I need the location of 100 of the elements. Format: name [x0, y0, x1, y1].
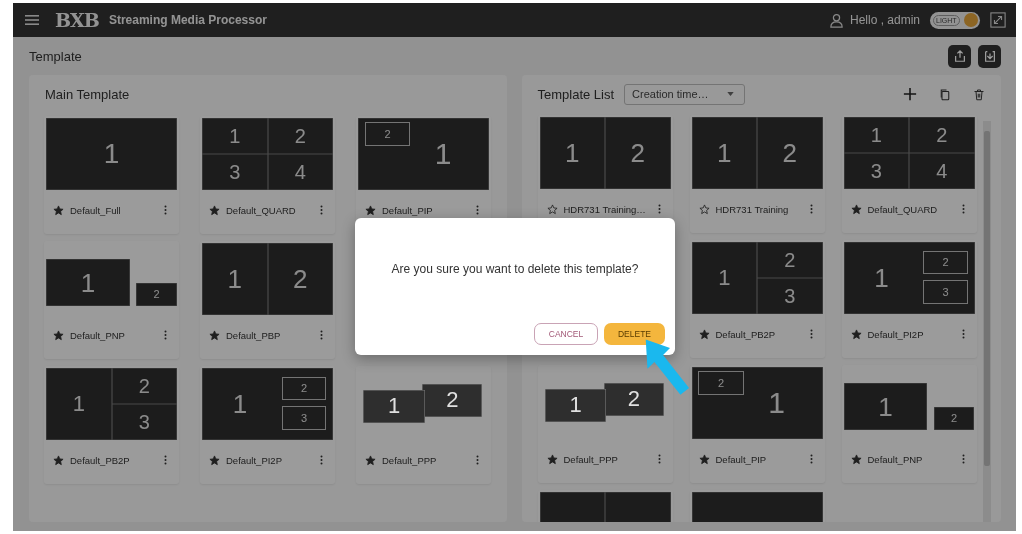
more-icon[interactable] [320, 330, 323, 340]
layout-window: 3 [843, 153, 909, 189]
template-card[interactable]: 1 2 3 Default_PB2P [44, 366, 179, 484]
template-name: HDR731 Training… [563, 203, 647, 215]
more-icon[interactable] [657, 454, 661, 464]
template-card[interactable]: 1 2 3 Default_PB2P [689, 240, 825, 358]
layout-window: 3 [281, 406, 327, 430]
template-card[interactable]: 1 2 3 Default_PI2P [200, 366, 335, 484]
template-name: Default_PBP [226, 329, 282, 341]
cancel-button[interactable]: CANCEL [534, 323, 598, 345]
user-icon [828, 12, 844, 28]
import-button[interactable] [978, 44, 1001, 68]
template-card[interactable]: 1 2 3 Default_PI2P [841, 240, 977, 358]
template-name: Default_PB2P [715, 328, 777, 340]
template-card[interactable]: 1 2 HDR731 Training [689, 115, 825, 233]
template-card[interactable]: 1 2 Default_PPP [356, 366, 491, 484]
more-icon[interactable] [809, 204, 813, 214]
more-icon[interactable] [961, 329, 965, 339]
star-icon[interactable] [698, 453, 710, 465]
trash-icon[interactable] [973, 87, 985, 101]
more-icon[interactable] [809, 329, 813, 339]
star-icon[interactable] [209, 329, 220, 341]
template-name: Default_PI2P [867, 328, 925, 340]
template-name: Default_PI2P [226, 454, 283, 466]
fullscreen-icon[interactable] [990, 12, 1006, 28]
layout-window: 2 [698, 371, 744, 396]
template-card[interactable]: 1 2 Default_PPP [537, 365, 673, 483]
layout-window: 2 [364, 122, 411, 147]
more-icon[interactable] [809, 454, 813, 464]
star-icon[interactable] [53, 454, 64, 466]
template-name: Default_PIP [715, 453, 768, 465]
template-name: Default_QUARD [867, 203, 939, 215]
star-icon[interactable] [365, 204, 376, 216]
template-card[interactable]: 1 2 Default_PNP [841, 365, 977, 483]
star-icon[interactable] [53, 204, 64, 216]
template-name: Default_QUARD [226, 204, 297, 216]
delete-button[interactable]: DELETE [604, 323, 665, 345]
layout-window: 1 [46, 368, 112, 440]
layout-window: 2 [757, 117, 823, 189]
star-icon[interactable] [546, 453, 558, 465]
layout-window: 1 [691, 242, 757, 314]
more-icon[interactable] [476, 455, 479, 465]
menu-icon[interactable] [25, 14, 39, 26]
more-icon[interactable] [320, 455, 323, 465]
template-card[interactable]: 1 2 Default_PNP [44, 241, 179, 359]
layout-window: 1 [46, 258, 130, 307]
dialog-message: Are you sure you want to delete this template? [390, 262, 640, 276]
layout-window: 2 [111, 368, 177, 404]
greeting-text: Hello , admin [849, 13, 920, 27]
more-icon[interactable] [476, 205, 479, 215]
add-icon[interactable] [903, 87, 917, 101]
layout-window: 1 [843, 382, 928, 431]
layout-window: 2 [605, 117, 671, 189]
layout-window: 2 [933, 407, 975, 431]
template-card[interactable]: 1 2 3 4 Default_QUARD [200, 116, 335, 234]
more-icon[interactable] [164, 330, 167, 340]
more-icon[interactable] [164, 455, 167, 465]
scrollbar[interactable] [983, 121, 991, 522]
export-button[interactable] [948, 44, 971, 68]
star-icon[interactable] [53, 329, 64, 341]
star-outline-icon[interactable] [546, 203, 558, 215]
panel-title: Main Template [45, 86, 130, 102]
template-card[interactable]: 1 Default_Full [44, 116, 179, 234]
sort-dropdown[interactable]: Creation time… [624, 83, 745, 105]
more-icon[interactable] [961, 204, 965, 214]
logo: BXB [55, 9, 99, 31]
template-name: Default_PPP [382, 454, 438, 466]
star-icon[interactable] [850, 203, 862, 215]
star-icon[interactable] [209, 454, 220, 466]
caret-icon [726, 92, 734, 96]
template-card[interactable]: 1 2 Default_PIP [689, 365, 825, 483]
layout-window: 2 [267, 243, 333, 315]
template-name: Default_PB2P [70, 454, 131, 466]
star-icon[interactable] [365, 454, 376, 466]
star-icon[interactable] [209, 204, 220, 216]
more-icon[interactable] [320, 205, 323, 215]
app-name: Streaming Media Processor [108, 13, 267, 27]
layout-window: 2 [923, 250, 968, 275]
layout-window: 2 [136, 283, 177, 307]
star-icon[interactable] [850, 453, 862, 465]
layout-window: 3 [202, 154, 268, 190]
layout-window: 2 [757, 242, 823, 278]
layout-window: 1 [202, 118, 268, 154]
layout-window: 2 [422, 383, 483, 417]
layout-window: 1 [691, 117, 757, 189]
copy-icon[interactable] [939, 87, 951, 101]
star-outline-icon[interactable] [698, 203, 710, 215]
layout-window: 1 [843, 117, 909, 153]
more-icon[interactable] [657, 204, 661, 214]
template-name: Default_PNP [867, 453, 924, 465]
star-icon[interactable] [850, 328, 862, 340]
template-name: Default_PNP [70, 329, 126, 341]
template-card[interactable]: 1 2 Default_PBP [200, 241, 335, 359]
more-icon[interactable] [961, 454, 965, 464]
template-name: Default_PPP [563, 453, 619, 465]
layout-window: 2 [909, 117, 975, 153]
template-card[interactable]: 1 2 3 4 Default_QUARD [841, 115, 977, 233]
layout-window: 1 [202, 243, 268, 315]
more-icon[interactable] [164, 205, 167, 215]
star-icon[interactable] [698, 328, 710, 340]
